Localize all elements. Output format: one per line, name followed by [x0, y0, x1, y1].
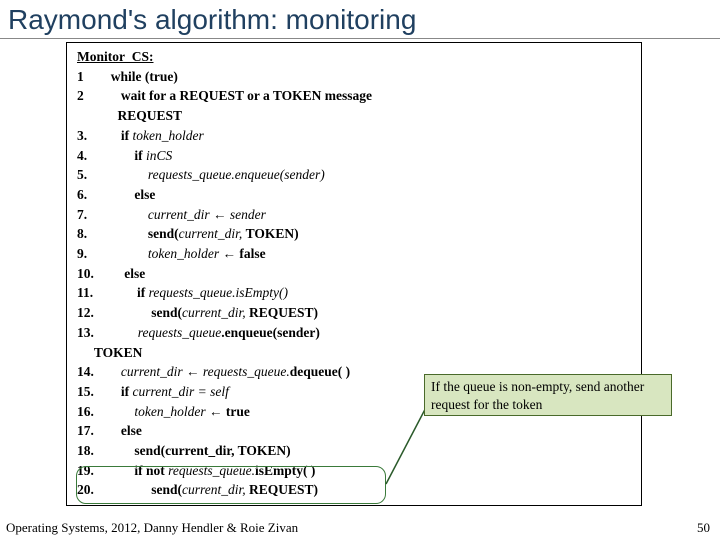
code-line: 3. if token_holder	[77, 126, 631, 146]
code-header: Monitor_CS:	[77, 47, 631, 67]
code-line: 17. else	[77, 421, 631, 441]
code-line: 1 while (true)	[77, 67, 631, 87]
code-line: TOKEN	[77, 343, 631, 363]
code-line: 13. requests_queue.enqueue(sender)	[77, 323, 631, 343]
code-line: 4. if inCS	[77, 146, 631, 166]
code-line: 18. send(current_dir, TOKEN)	[77, 441, 631, 461]
footer-text: Operating Systems, 2012, Danny Hendler &…	[6, 520, 298, 536]
code-line: REQUEST	[77, 106, 631, 126]
code-box: Monitor_CS: 1 while (true)2 wait for a R…	[66, 42, 642, 506]
code-lines: 1 while (true)2 wait for a REQUEST or a …	[77, 67, 631, 500]
highlight-box	[76, 466, 386, 504]
code-line: 9. token_holder ← false	[77, 244, 631, 264]
page-number: 50	[697, 520, 710, 536]
code-line: 11. if requests_queue.isEmpty()	[77, 283, 631, 303]
code-line: 2 wait for a REQUEST or a TOKEN message	[77, 86, 631, 106]
code-line: 5. requests_queue.enqueue(sender)	[77, 165, 631, 185]
code-line: 10. else	[77, 264, 631, 284]
annotation-box: If the queue is non-empty, send another …	[424, 374, 672, 416]
slide-title: Raymond's algorithm: monitoring	[0, 0, 720, 39]
code-line: 7. current_dir ← sender	[77, 205, 631, 225]
code-line: 6. else	[77, 185, 631, 205]
code-line: 12. send(current_dir, REQUEST)	[77, 303, 631, 323]
code-line: 8. send(current_dir, TOKEN)	[77, 224, 631, 244]
